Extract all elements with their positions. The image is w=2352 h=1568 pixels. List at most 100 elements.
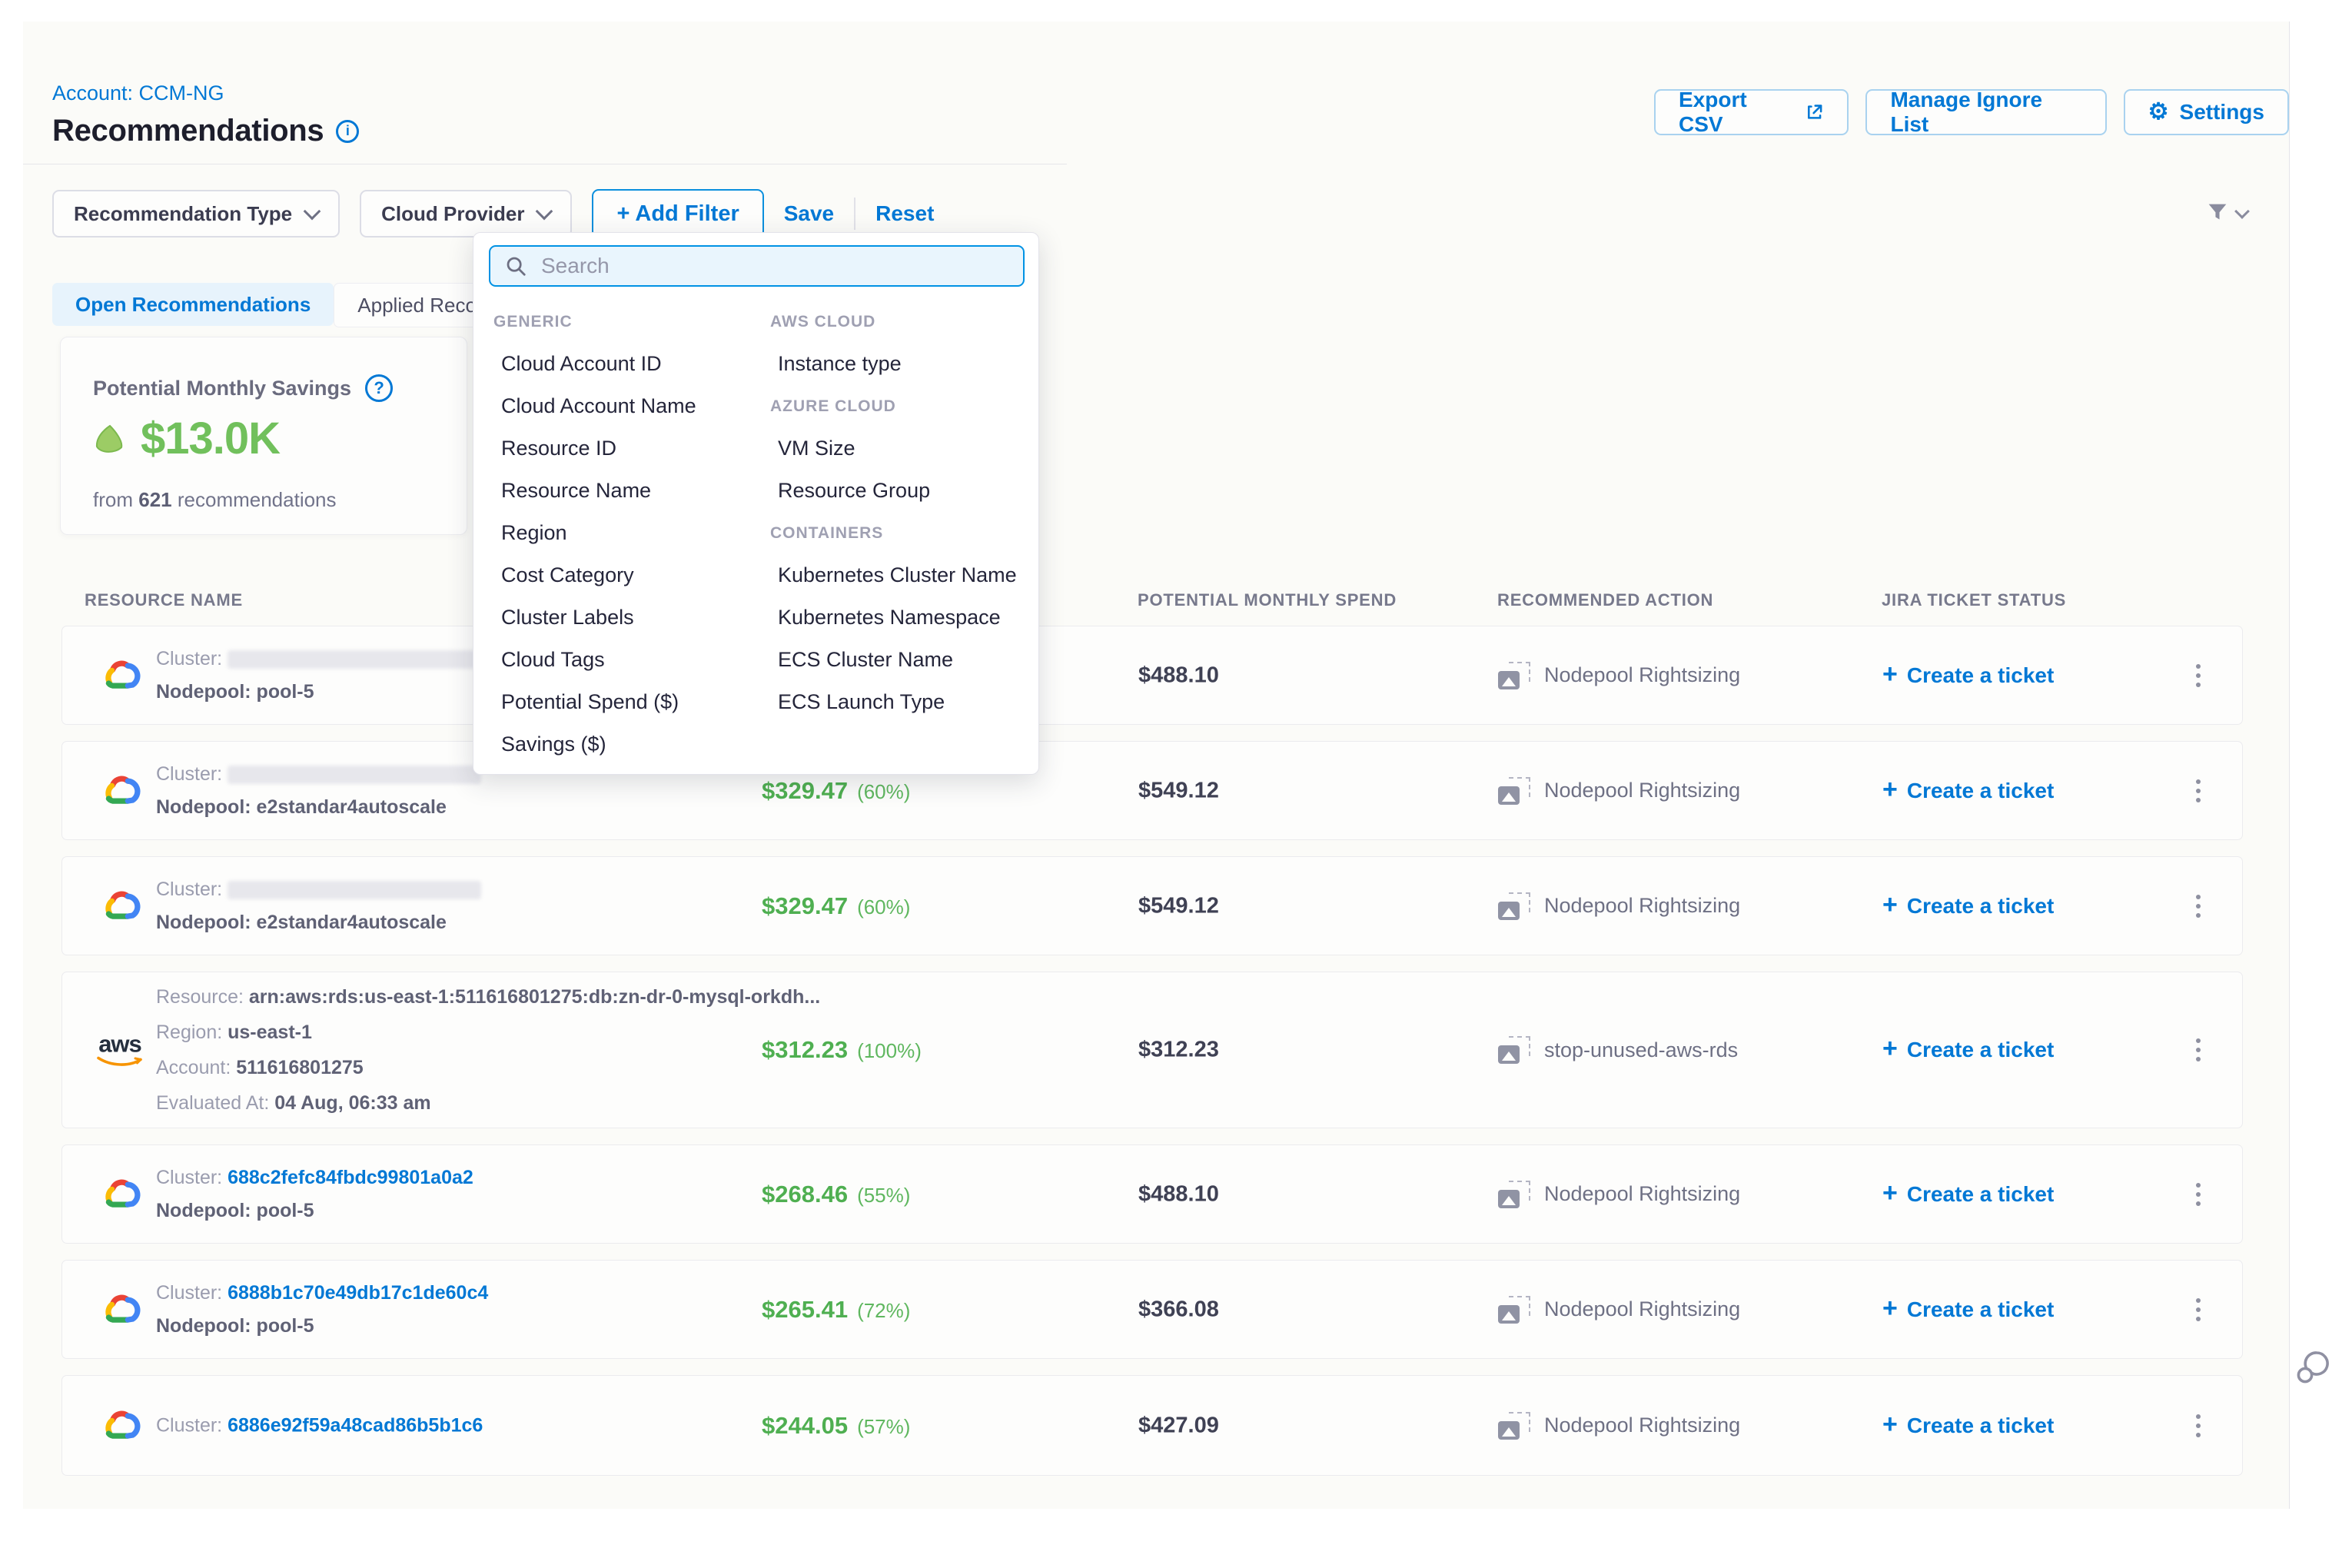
funnel-icon [2204,200,2231,226]
gcp-cloud-icon [101,1174,142,1214]
row-menu-button[interactable] [2190,1292,2207,1327]
savings-subtitle: from 621 recommendations [93,488,337,512]
filter-option-resource-group[interactable]: Resource Group [770,470,1024,512]
table-row: aws Resource: arn:aws:rds:us-east-1:5116… [61,972,2243,1128]
filter-option-cloud-account-name[interactable]: Cloud Account Name [493,385,762,427]
manage-ignore-list-button[interactable]: Manage Ignore List [1865,89,2106,135]
reset-filter-button[interactable]: Reset [875,201,934,226]
nodepool-label: Nodepool: [156,796,251,818]
create-ticket-button[interactable]: +Create a ticket [1882,663,2054,688]
filter-option-resource-name[interactable]: Resource Name [493,470,762,512]
cluster-name-link[interactable]: 688c2fefc84fbdc99801a0a2 [228,1167,473,1188]
table-row: Cluster: 6888b1c70e49db17c1de60c4 Nodepo… [61,1260,2243,1359]
region-label: Region: [156,1022,222,1043]
support-chat-icon[interactable] [2291,1347,2334,1397]
cloud-provider-dropdown[interactable]: Cloud Provider [360,190,572,238]
plus-icon: + [1882,1295,1898,1321]
create-ticket-label: Create a ticket [1907,894,2054,919]
filter-option-savings[interactable]: Savings ($) [493,723,762,766]
spend-amount: $312.23 [1138,1038,1219,1063]
add-filter-dropdown-panel: GENERIC Cloud Account ID Cloud Account N… [473,232,1039,775]
savings-percent: (60%) [857,895,910,919]
account-breadcrumb[interactable]: Account: CCM-NG [52,81,224,105]
content-panel: Account: CCM-NG Recommendations i Export… [23,22,2290,1509]
recommended-action-label: Nodepool Rightsizing [1544,1414,1740,1437]
filter-option-resource-id[interactable]: Resource ID [493,427,762,470]
recommendation-type-dropdown[interactable]: Recommendation Type [52,190,340,238]
create-ticket-button[interactable]: +Create a ticket [1882,894,2054,919]
create-ticket-label: Create a ticket [1907,1182,2054,1207]
row-menu-button[interactable] [2190,1408,2207,1443]
savings-percent: (55%) [857,1184,910,1208]
rightsizing-icon [1498,662,1530,689]
divider [854,198,855,230]
create-ticket-button[interactable]: + Create a ticket [1882,779,2054,803]
evaluated-at-value: 04 Aug, 06:33 am [274,1092,430,1114]
table-row: Cluster: Nodepool: e2standar4autoscale $… [61,856,2243,955]
filter-option-vm-size[interactable]: VM Size [770,427,1024,470]
filter-option-cloud-account-id[interactable]: Cloud Account ID [493,343,762,385]
recommended-action-label: Nodepool Rightsizing [1544,894,1740,918]
help-icon[interactable]: ? [365,374,393,402]
filter-option-cost-category[interactable]: Cost Category [493,554,762,596]
create-ticket-button[interactable]: + Create a ticket [1882,1182,2054,1207]
nodepool-value: pool-5 [257,1200,314,1221]
nodepool-value: e2standar4autoscale [257,912,447,933]
filter-option-potential-spend[interactable]: Potential Spend ($) [493,681,762,723]
create-ticket-button[interactable]: +Create a ticket [1882,1297,2054,1322]
savings-percent: (72%) [857,1299,910,1323]
filter-section-containers: CONTAINERS [770,512,1024,554]
create-ticket-button[interactable]: +Create a ticket [1882,1414,2054,1438]
tab-open-recommendations[interactable]: Open Recommendations [52,283,334,326]
info-icon[interactable]: i [336,120,359,143]
create-ticket-label: Create a ticket [1907,779,2054,803]
plus-icon: + [1882,1180,1898,1206]
settings-button[interactable]: ⚙ Settings [2124,89,2289,135]
filter-section-aws-cloud: AWS CLOUD [770,301,1024,343]
create-ticket-label: Create a ticket [1907,1414,2054,1438]
filter-option-ecs-launch-type[interactable]: ECS Launch Type [770,681,1024,723]
filter-funnel-button[interactable] [2204,200,2247,226]
filter-option-kubernetes-namespace[interactable]: Kubernetes Namespace [770,596,1024,639]
filter-search-box[interactable] [489,245,1025,287]
gcp-cloud-icon [101,886,142,925]
filter-option-kubernetes-cluster-name[interactable]: Kubernetes Cluster Name [770,554,1024,596]
row-menu-button[interactable] [2190,1032,2207,1068]
row-menu-button[interactable] [2190,773,2207,809]
table-row: Cluster: Nodepool: pool-5 $488.10 Nodepo… [61,626,2243,725]
nodepool-label: Nodepool: [156,1200,251,1221]
evaluated-at-label: Evaluated At: [156,1092,269,1114]
row-menu-button[interactable] [2190,1177,2207,1212]
filter-section-generic: GENERIC [493,301,762,343]
external-link-icon [1805,102,1824,122]
table-row: Cluster: Nodepool: e2standar4autoscale $… [61,741,2243,840]
filter-option-instance-type[interactable]: Instance type [770,343,1024,385]
create-ticket-label: Create a ticket [1907,1038,2054,1062]
export-csv-button[interactable]: Export CSV [1654,89,1849,135]
export-csv-label: Export CSV [1679,88,1794,137]
filter-option-region[interactable]: Region [493,512,762,554]
row-menu-button[interactable] [2190,889,2207,924]
resource-label: Resource: [156,986,244,1008]
rightsizing-icon [1498,892,1530,920]
filter-option-cluster-labels[interactable]: Cluster Labels [493,596,762,639]
cluster-name-redacted[interactable] [228,650,481,669]
create-ticket-button[interactable]: +Create a ticket [1882,1038,2054,1062]
filter-search-input[interactable] [540,253,973,279]
row-menu-button[interactable] [2190,658,2207,693]
plus-icon: + [1882,776,1898,802]
cluster-name-redacted[interactable] [228,881,481,899]
cluster-name-redacted[interactable] [228,766,481,784]
chevron-down-icon [304,203,321,221]
filter-option-cloud-tags[interactable]: Cloud Tags [493,639,762,681]
filter-option-ecs-cluster-name[interactable]: ECS Cluster Name [770,639,1024,681]
cluster-name-link[interactable]: 6886e92f59a48cad86b5b1c6 [228,1414,483,1436]
savings-amount: $329.47 [762,892,848,920]
add-filter-button[interactable]: + Add Filter [592,189,763,238]
nodepool-value: pool-5 [257,1315,314,1337]
savings-card-title: Potential Monthly Savings [93,377,351,400]
save-filter-button[interactable]: Save [784,201,834,226]
cluster-name-link[interactable]: 6888b1c70e49db17c1de60c4 [228,1282,488,1304]
recommended-action-label: Nodepool Rightsizing [1544,779,1740,802]
savings-amount: $268.46 [762,1181,848,1208]
